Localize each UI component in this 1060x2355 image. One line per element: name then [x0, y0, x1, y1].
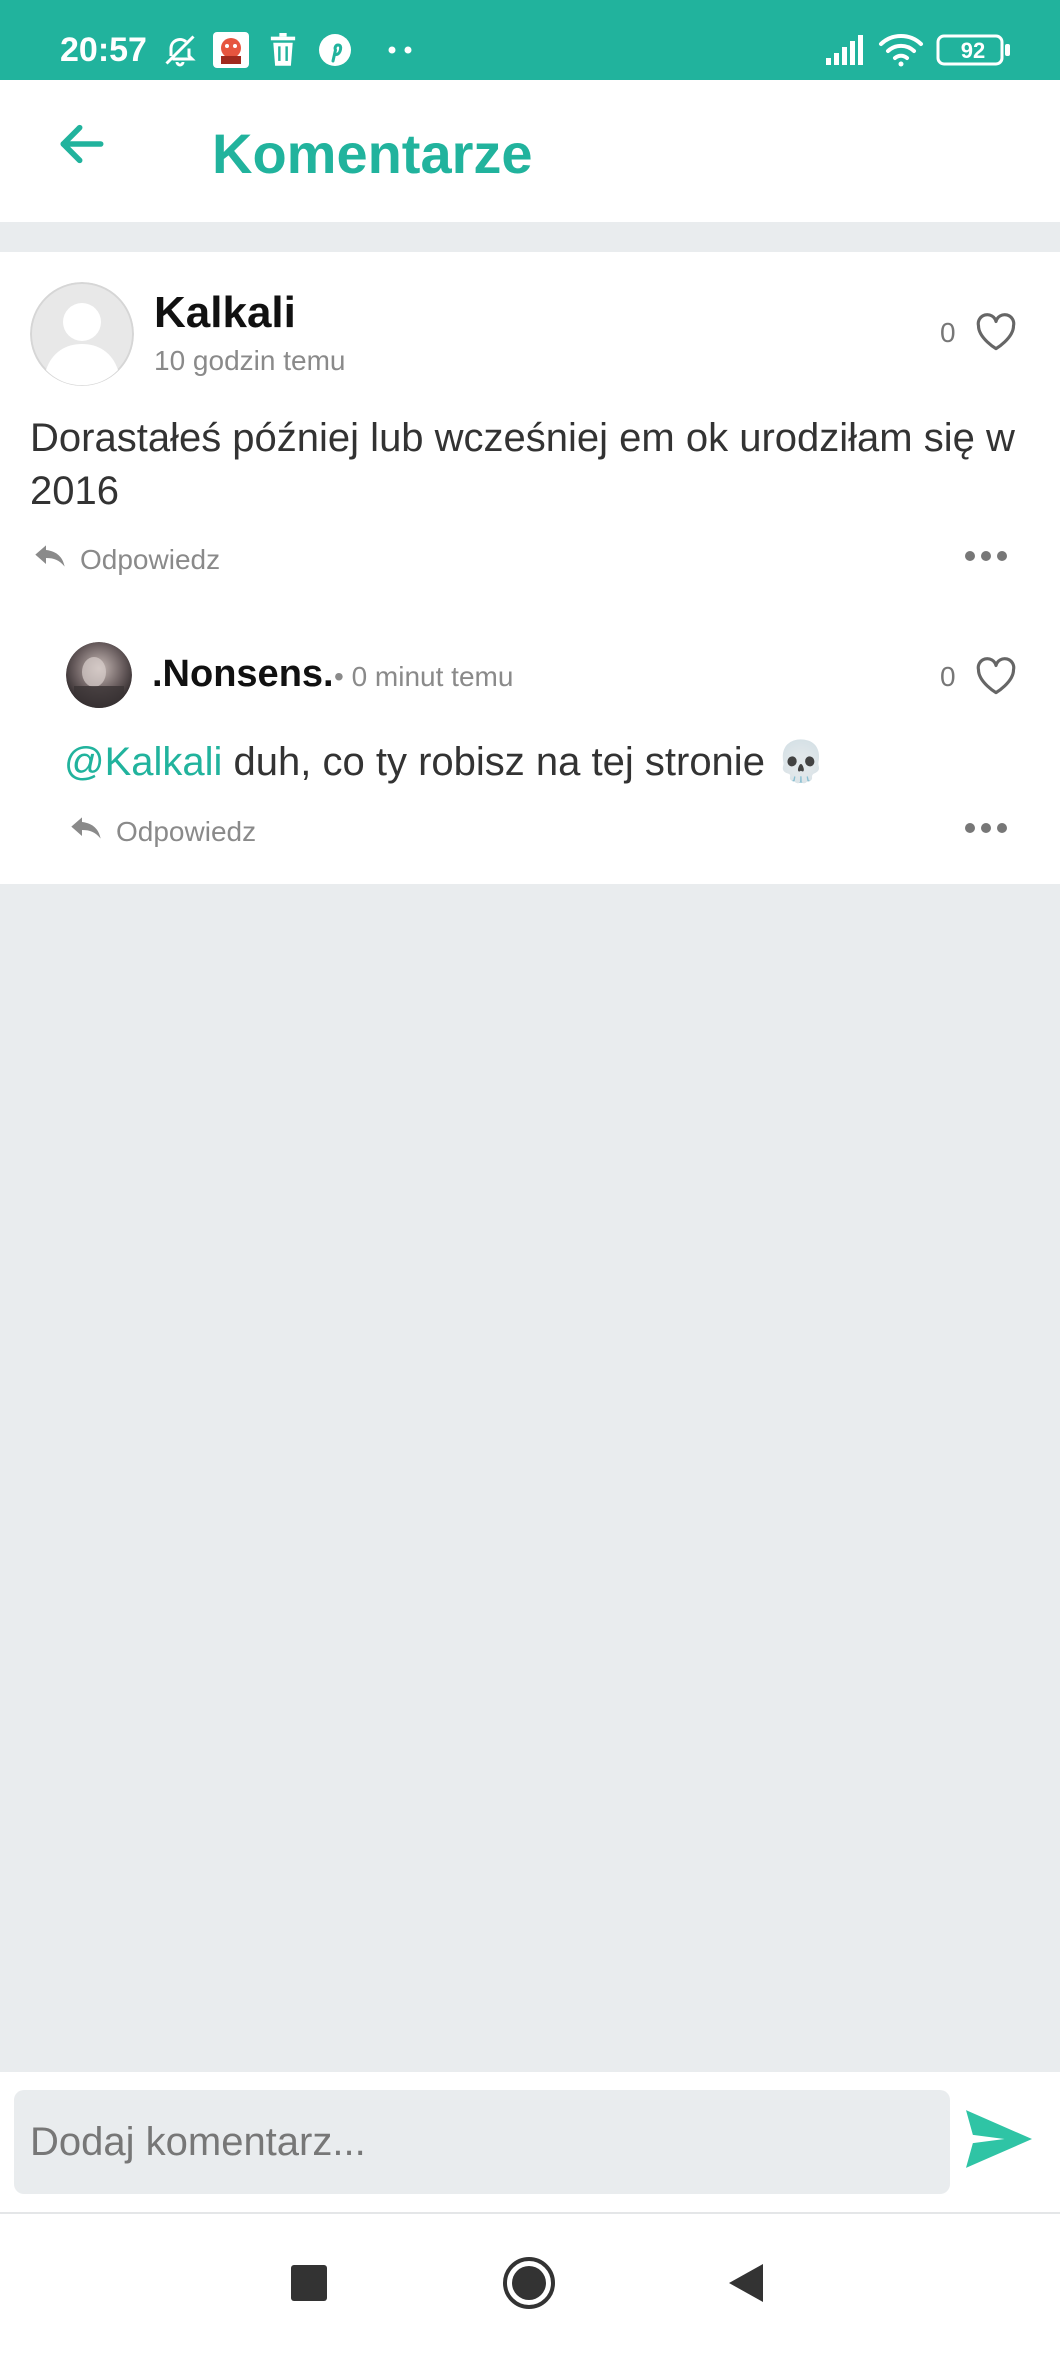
pinterest-icon	[316, 24, 354, 76]
wifi-icon	[876, 24, 926, 76]
comment-composer	[0, 2072, 1060, 2214]
more-notifications-icon	[380, 24, 420, 76]
more-dots-icon	[964, 821, 1008, 839]
reply-reply-button[interactable]: Odpowiedz	[70, 814, 256, 849]
home-button[interactable]	[494, 2250, 564, 2320]
status-bar: 20:57 92	[0, 0, 1060, 80]
user-photo-avatar[interactable]	[66, 642, 132, 708]
comment-thread: Kalkali 10 godzin temu 0 Dorastałeś późn…	[0, 252, 1060, 884]
reply-label: Odpowiedz	[80, 543, 221, 575]
comment-input[interactable]	[14, 2090, 950, 2194]
signal-icon	[822, 24, 866, 76]
system-navigation-bar	[0, 2214, 1060, 2355]
trash-icon	[266, 24, 300, 76]
battery-level: 92	[960, 38, 986, 63]
home-circle-icon	[502, 2256, 556, 2315]
heart-icon	[975, 656, 1017, 701]
comment-like-button[interactable]	[974, 312, 1018, 356]
reply-body-text: duh, co ty robisz na tej stronie 💀	[222, 740, 826, 784]
arrow-left-icon	[54, 116, 110, 177]
reply-arrow-icon	[34, 542, 66, 577]
reply-arrow-icon	[70, 814, 102, 849]
comment-like-count: 0	[940, 317, 956, 348]
reply-more-button[interactable]	[956, 810, 1016, 850]
comment-reply-button[interactable]: Odpowiedz	[34, 542, 220, 577]
page-title: Komentarze	[212, 122, 533, 185]
mention-link[interactable]: @Kalkali	[64, 740, 222, 784]
comment-body: Dorastałeś później lub wcześniej em ok u…	[30, 416, 1015, 513]
app-notification-icon	[210, 24, 252, 76]
reply-label: Odpowiedz	[116, 815, 257, 847]
reply-timestamp: • 0 minut temu	[334, 661, 514, 692]
app-header: Komentarze	[0, 80, 1060, 222]
reply-body: @Kalkali duh, co ty robisz na tej stroni…	[64, 736, 826, 788]
send-icon	[966, 2109, 1032, 2173]
comment-more-button[interactable]	[956, 538, 1016, 578]
default-avatar-icon[interactable]	[30, 282, 134, 386]
triangle-back-icon	[725, 2262, 765, 2309]
more-dots-icon	[964, 549, 1008, 567]
status-time: 20:57	[60, 31, 147, 69]
reply-like-button[interactable]	[974, 656, 1018, 700]
reply-like-count: 0	[940, 661, 956, 692]
heart-icon	[975, 312, 1017, 357]
square-icon	[290, 2264, 328, 2307]
recent-apps-button[interactable]	[274, 2250, 344, 2320]
comment-author[interactable]: Kalkali	[154, 288, 296, 338]
back-button[interactable]	[46, 110, 118, 182]
muted-bell-icon	[160, 24, 200, 76]
comment-timestamp: 10 godzin temu	[154, 345, 346, 376]
reply-author[interactable]: .Nonsens.	[152, 652, 334, 696]
back-nav-button[interactable]	[710, 2250, 780, 2320]
send-button[interactable]	[962, 2104, 1036, 2178]
